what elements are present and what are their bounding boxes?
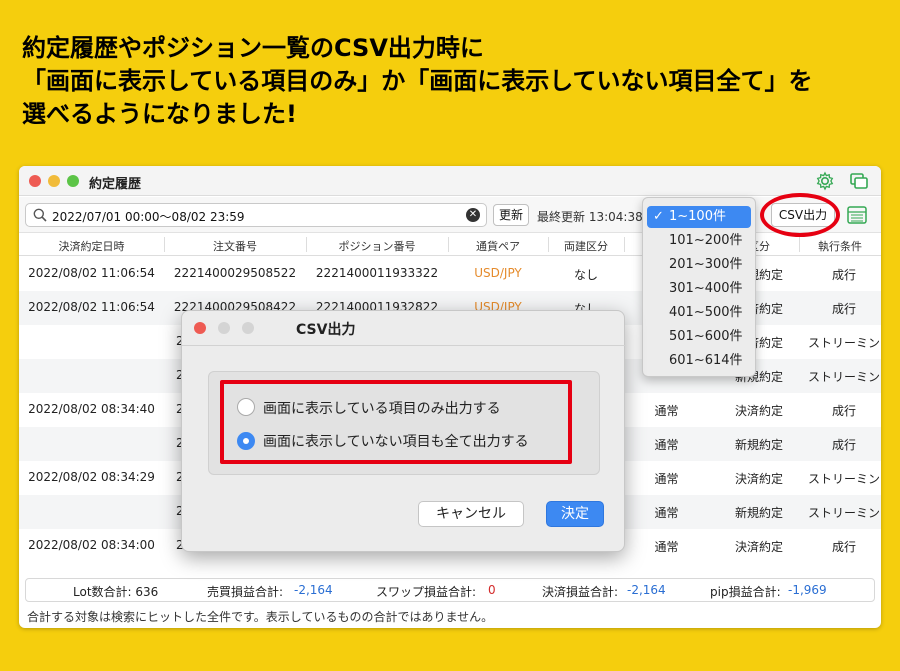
cell-cond: ストリーミン	[807, 472, 880, 486]
pip-pl-value: -1,969	[788, 583, 827, 597]
cell-kubun: 決済約定	[734, 404, 783, 418]
totals-bar: Lot数合計: 636 売買損益合計: -2,164 スワップ損益合計: 0 決…	[25, 578, 875, 602]
headline-line-2: 「画面に表示している項目のみ」か「画面に表示していない項目全て」を	[22, 67, 813, 95]
csv-button-highlight	[760, 193, 840, 237]
cell-dt: 2022/08/02 11:06:54	[28, 266, 155, 280]
page-range-option[interactable]: 501~600件	[647, 326, 751, 348]
refresh-button[interactable]: 更新	[493, 204, 529, 226]
pip-pl-label: pip損益合計:	[710, 585, 781, 599]
title-bar: 約定履歴	[19, 166, 881, 196]
dialog-title: CSV出力	[296, 322, 356, 338]
cell-cond: 成行	[831, 540, 856, 554]
checkmark-icon: ✓	[653, 209, 664, 224]
cell-cond: ストリーミン	[807, 370, 880, 384]
totals-note: 合計する対象は検索にヒットした全件です。表示しているものの合計ではありません。	[27, 610, 494, 624]
cell-type: 通常	[654, 540, 679, 554]
page-range-dropdown: ✓ 1~100件 101~200件 201~300件 301~400件 401~…	[642, 197, 756, 377]
swap-pl-value: 0	[488, 583, 496, 597]
cell-type: 通常	[654, 404, 679, 418]
trade-pl-label: 売買損益合計:	[207, 585, 284, 599]
cell-type: 通常	[654, 472, 679, 486]
page-range-option[interactable]: 101~200件	[647, 230, 751, 252]
dialog-minimize-button	[218, 322, 230, 334]
options-highlight	[220, 380, 572, 464]
cell-cond: 成行	[831, 268, 856, 282]
clear-icon[interactable]: ✕	[466, 208, 480, 222]
settle-pl-label: 決済損益合計:	[542, 585, 619, 599]
cell-dt: 2022/08/02 08:34:00	[28, 538, 155, 552]
cell-dt: 2022/08/02 08:34:29	[28, 470, 155, 484]
page-range-option[interactable]: 601~614件	[647, 350, 751, 372]
cell-dt: 2022/08/02 08:34:40	[28, 402, 155, 416]
cell-order: 2221400029508522	[173, 266, 297, 280]
window-title: 約定履歴	[89, 177, 142, 192]
cell-cond: ストリーミン	[807, 336, 880, 350]
cell-hedge: なし	[573, 268, 598, 282]
windows-icon[interactable]	[849, 171, 869, 191]
cell-type: 通常	[654, 438, 679, 452]
zoom-window-button[interactable]	[67, 175, 79, 187]
page-range-option[interactable]: 201~300件	[647, 254, 751, 276]
dialog-close-button[interactable]	[194, 322, 206, 334]
page-range-option[interactable]: 401~500件	[647, 302, 751, 324]
minimize-window-button[interactable]	[48, 175, 60, 187]
column-header[interactable]: 両建区分	[548, 238, 624, 254]
search-value: 2022/07/01 00:00〜08/02 23:59	[52, 210, 245, 224]
search-icon	[33, 208, 47, 222]
page-range-option[interactable]: ✓ 1~100件	[647, 206, 751, 228]
cell-kubun: 決済約定	[734, 540, 783, 554]
cell-cond: 成行	[831, 404, 856, 418]
table-settings-icon[interactable]	[847, 206, 867, 224]
column-header[interactable]: 決済約定日時	[19, 238, 164, 254]
ok-button[interactable]: 決定	[546, 501, 604, 527]
headline-line-1: 約定履歴やポジション一覧のCSV出力時に	[22, 34, 484, 62]
cell-kubun: 決済約定	[734, 472, 783, 486]
cancel-button[interactable]: キャンセル	[418, 501, 524, 527]
cell-pos: 2221400011933322	[315, 266, 439, 280]
cell-pair: USD/JPY	[474, 266, 522, 280]
column-header[interactable]: 執行条件	[799, 238, 881, 254]
settle-pl-value: -2,164	[627, 583, 666, 597]
cell-cond: ストリーミン	[807, 506, 880, 520]
cell-kubun: 新規約定	[734, 438, 783, 452]
date-range-search-field[interactable]: 2022/07/01 00:00〜08/02 23:59 ✕	[25, 203, 487, 227]
swap-pl-label: スワップ損益合計:	[376, 585, 477, 599]
headline: 約定履歴やポジション一覧のCSV出力時に 「画面に表示している項目のみ」か「画面…	[22, 32, 813, 131]
cell-type: 通常	[654, 506, 679, 520]
column-header[interactable]: 通貨ペア	[448, 238, 548, 254]
lot-total: Lot数合計: 636	[73, 585, 159, 599]
page-range-option[interactable]: 301~400件	[647, 278, 751, 300]
headline-line-3: 選べるようになりました!	[22, 100, 297, 128]
dialog-zoom-button	[242, 322, 254, 334]
cell-cond: 成行	[831, 438, 856, 452]
gear-icon[interactable]	[815, 171, 835, 191]
close-window-button[interactable]	[29, 175, 41, 187]
cell-dt: 2022/08/02 11:06:54	[28, 300, 155, 314]
column-header[interactable]: ポジション番号	[306, 238, 448, 254]
cell-kubun: 新規約定	[734, 506, 783, 520]
trade-pl-value: -2,164	[294, 583, 333, 597]
column-header[interactable]: 注文番号	[164, 238, 306, 254]
last-updated-text: 最終更新 13:04:38	[537, 210, 643, 224]
cell-cond: 成行	[831, 302, 856, 316]
